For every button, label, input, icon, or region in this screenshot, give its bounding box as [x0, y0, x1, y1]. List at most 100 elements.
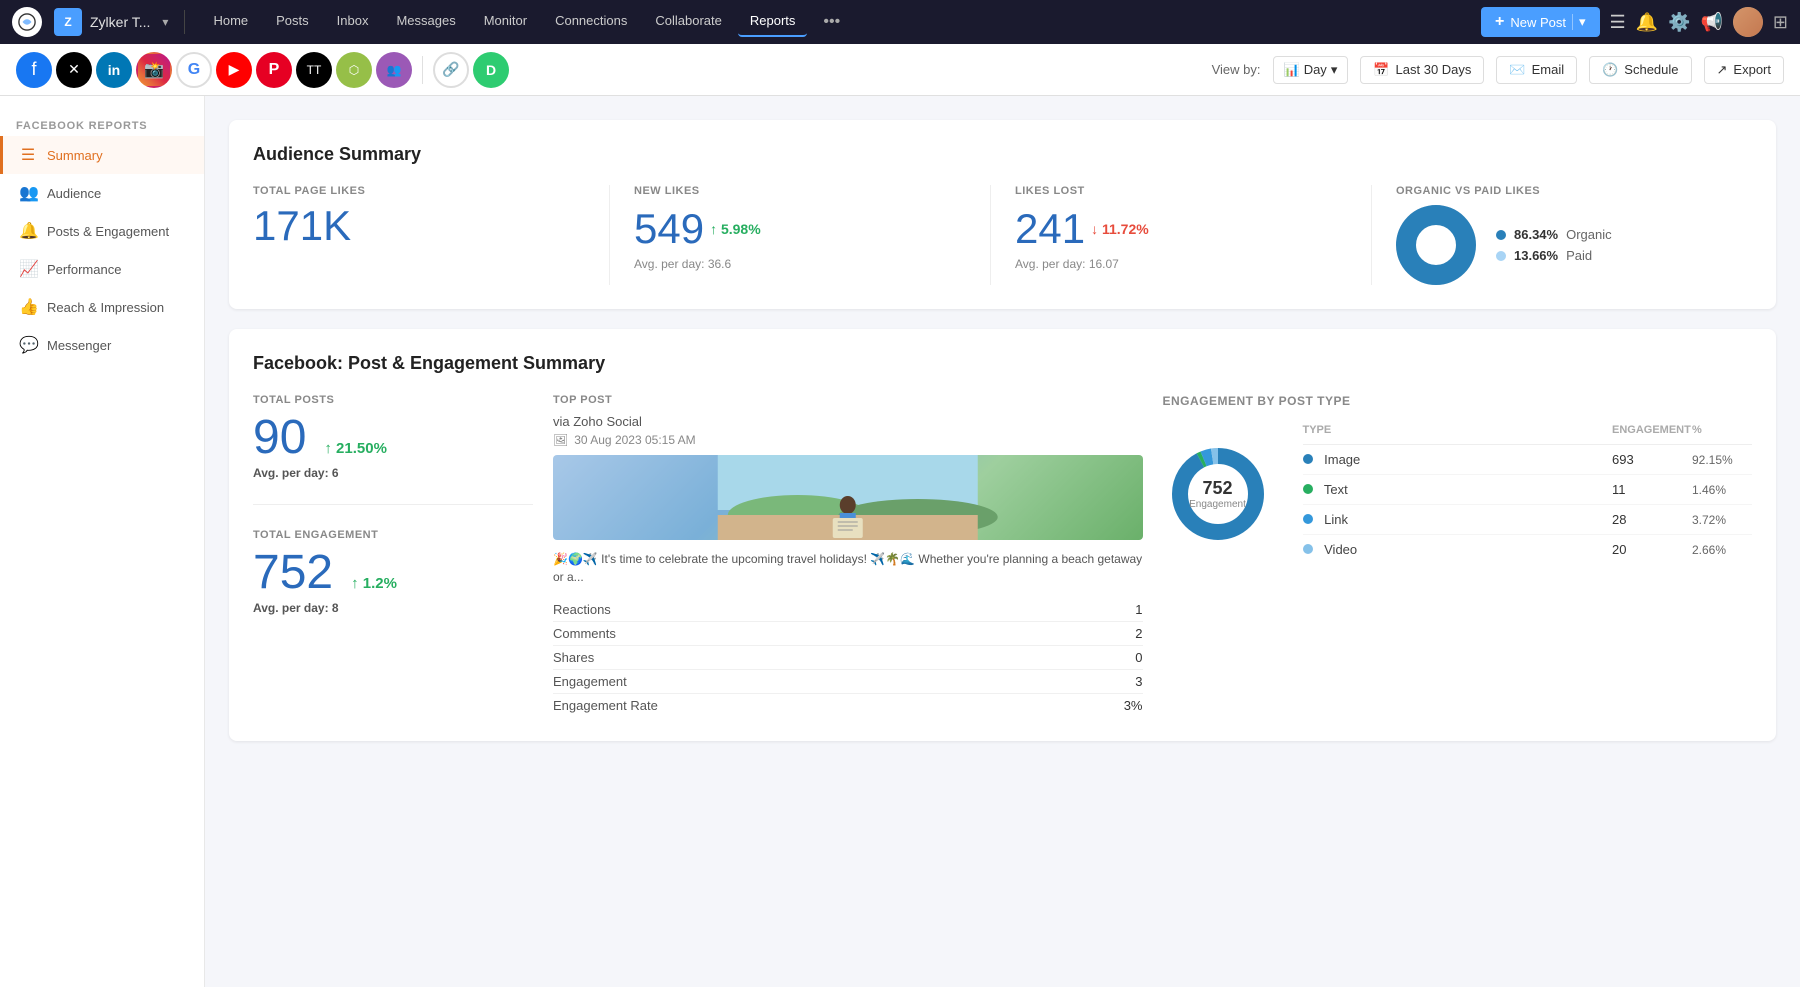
- nav-reports[interactable]: Reports: [738, 7, 808, 37]
- type-header: TYPE: [1303, 424, 1613, 436]
- donut-label: 752 Engagement: [1189, 478, 1246, 510]
- nav-more-icon[interactable]: •••: [811, 7, 852, 37]
- nav-items: Home Posts Inbox Messages Monitor Connec…: [201, 7, 1473, 37]
- video-pct: 2.66%: [1692, 543, 1752, 557]
- paid-dot: [1496, 251, 1506, 261]
- nav-inbox[interactable]: Inbox: [325, 7, 381, 37]
- total-posts-avg-val: 6: [332, 466, 339, 480]
- nav-posts[interactable]: Posts: [264, 7, 321, 37]
- platform-link[interactable]: 🔗: [433, 52, 469, 88]
- schedule-label: Schedule: [1624, 62, 1678, 77]
- megaphone-icon[interactable]: 📢: [1700, 12, 1722, 33]
- platform-pinterest[interactable]: P: [256, 52, 292, 88]
- schedule-button[interactable]: 🕐 Schedule: [1589, 56, 1691, 84]
- nav-separator: [184, 10, 185, 34]
- platform-fb-group[interactable]: 👥: [376, 52, 412, 88]
- avatar[interactable]: [1733, 7, 1763, 37]
- engagement-section: ENGAGEMENT BY POST TYPE: [1163, 394, 1753, 717]
- post-summary-grid: TOTAL POSTS 90 ↑ 21.50% Avg. per day: 6 …: [253, 394, 1752, 717]
- menu-icon[interactable]: ☰: [1610, 12, 1626, 33]
- platform-circle-d[interactable]: D: [473, 52, 509, 88]
- image-type-name: Image: [1324, 452, 1360, 467]
- export-icon: ↗: [1717, 62, 1728, 78]
- organic-paid-pie: [1396, 205, 1476, 285]
- sidebar-item-performance[interactable]: 📈 Performance: [0, 250, 204, 288]
- nav-home[interactable]: Home: [201, 7, 260, 37]
- settings-icon[interactable]: ⚙️: [1668, 12, 1690, 33]
- top-post-text: 🎉🌍✈️ It's time to celebrate the upcoming…: [553, 550, 1143, 586]
- engagement-rate-label: Engagement Rate: [553, 698, 658, 713]
- text-pct: 1.46%: [1692, 483, 1752, 497]
- view-by-value: Day: [1304, 62, 1327, 77]
- total-engagement-metric: TOTAL ENGAGEMENT 752 ↑ 1.2% Avg. per day…: [253, 529, 533, 615]
- shares-label: Shares: [553, 650, 594, 665]
- new-post-label: New Post: [1510, 15, 1566, 30]
- likes-lost-label: LIKES LOST: [1015, 185, 1347, 197]
- organic-label: Organic: [1566, 227, 1612, 242]
- sidebar-item-audience[interactable]: 👥 Audience: [0, 174, 204, 212]
- likes-lost-value: 241: [1015, 205, 1085, 253]
- nav-collaborate[interactable]: Collaborate: [643, 7, 734, 37]
- nav-messages[interactable]: Messages: [384, 7, 467, 37]
- eng-chart-area: 752 Engagement TYPE ENGAGEMENT %: [1163, 424, 1753, 564]
- paid-legend-item: 13.66% Paid: [1496, 248, 1612, 263]
- platform-shopify[interactable]: ⬡: [336, 52, 372, 88]
- export-button[interactable]: ↗ Export: [1704, 56, 1784, 84]
- engagement-rate-stat: Engagement Rate 3%: [553, 694, 1143, 717]
- table-row-text: Text 11 1.46%: [1303, 475, 1753, 505]
- platform-youtube[interactable]: ▶: [216, 52, 252, 88]
- bell-icon[interactable]: 🔔: [1636, 12, 1658, 33]
- donut-sublabel: Engagement: [1189, 499, 1246, 510]
- email-button[interactable]: ✉️ Email: [1496, 56, 1577, 84]
- day-icon: 📊: [1284, 62, 1300, 78]
- sidebar-item-posts-engagement[interactable]: 🔔 Posts & Engagement: [0, 212, 204, 250]
- platform-tiktok[interactable]: TT: [296, 52, 332, 88]
- platform-twitter[interactable]: ✕: [56, 52, 92, 88]
- text-dot: [1303, 484, 1313, 494]
- sidebar-summary-label: Summary: [47, 148, 103, 163]
- top-post-label: TOP POST: [553, 394, 1143, 406]
- top-post-image: [553, 455, 1143, 540]
- date-range-value: Last 30 Days: [1396, 62, 1472, 77]
- new-post-dropdown-icon[interactable]: ▾: [1572, 14, 1586, 30]
- total-posts-avg: Avg. per day: 6: [253, 466, 533, 480]
- link-dot: [1303, 514, 1313, 524]
- video-type-label: Video: [1303, 542, 1613, 557]
- total-page-likes-label: TOTAL PAGE LIKES: [253, 185, 585, 197]
- total-engagement-label: TOTAL ENGAGEMENT: [253, 529, 533, 541]
- total-engagement-avg-val: 8: [332, 601, 339, 615]
- platform-instagram[interactable]: 📸: [136, 52, 172, 88]
- view-by-day-button[interactable]: 📊 Day ▾: [1273, 56, 1349, 84]
- platform-linkedin[interactable]: in: [96, 52, 132, 88]
- top-navigation: Z Zylker T... ▾ Home Posts Inbox Message…: [0, 0, 1800, 44]
- new-likes-label: NEW LIKES: [634, 185, 966, 197]
- nav-connections[interactable]: Connections: [543, 7, 639, 37]
- video-type-name: Video: [1324, 542, 1357, 557]
- engagement-header: ENGAGEMENT: [1612, 424, 1692, 436]
- brand-chevron-icon[interactable]: ▾: [162, 15, 168, 29]
- email-label: Email: [1532, 62, 1565, 77]
- top-post-date: 🖼 30 Aug 2023 05:15 AM: [553, 433, 1143, 447]
- platform-facebook[interactable]: f: [16, 52, 52, 88]
- date-range-button[interactable]: 📅 Last 30 Days: [1360, 56, 1484, 84]
- donut-chart: 752 Engagement: [1163, 439, 1273, 549]
- comments-label: Comments: [553, 626, 616, 641]
- export-label: Export: [1733, 62, 1771, 77]
- grid-icon[interactable]: ⊞: [1773, 12, 1788, 33]
- main-content: Audience Summary TOTAL PAGE LIKES 171K N…: [205, 96, 1800, 987]
- text-type-label: Text: [1303, 482, 1613, 497]
- clock-icon: 🕐: [1602, 62, 1618, 78]
- reactions-value: 1: [1135, 602, 1142, 617]
- sidebar-item-summary[interactable]: ☰ Summary: [0, 136, 204, 174]
- new-likes-value: 549: [634, 205, 704, 253]
- pie-container: 86.34% Organic 13.66% Paid: [1396, 205, 1728, 285]
- sidebar-item-reach-impression[interactable]: 👍 Reach & Impression: [0, 288, 204, 326]
- nav-monitor[interactable]: Monitor: [472, 7, 539, 37]
- platform-google[interactable]: G: [176, 52, 212, 88]
- new-post-button[interactable]: + New Post ▾: [1481, 7, 1600, 37]
- sidebar-section-label: FACEBOOK REPORTS: [0, 112, 204, 136]
- sidebar-item-messenger[interactable]: 💬 Messenger: [0, 326, 204, 364]
- audience-icon: 👥: [19, 183, 37, 203]
- table-row-video: Video 20 2.66%: [1303, 535, 1753, 564]
- organic-paid-label: ORGANIC VS PAID LIKES: [1396, 185, 1728, 197]
